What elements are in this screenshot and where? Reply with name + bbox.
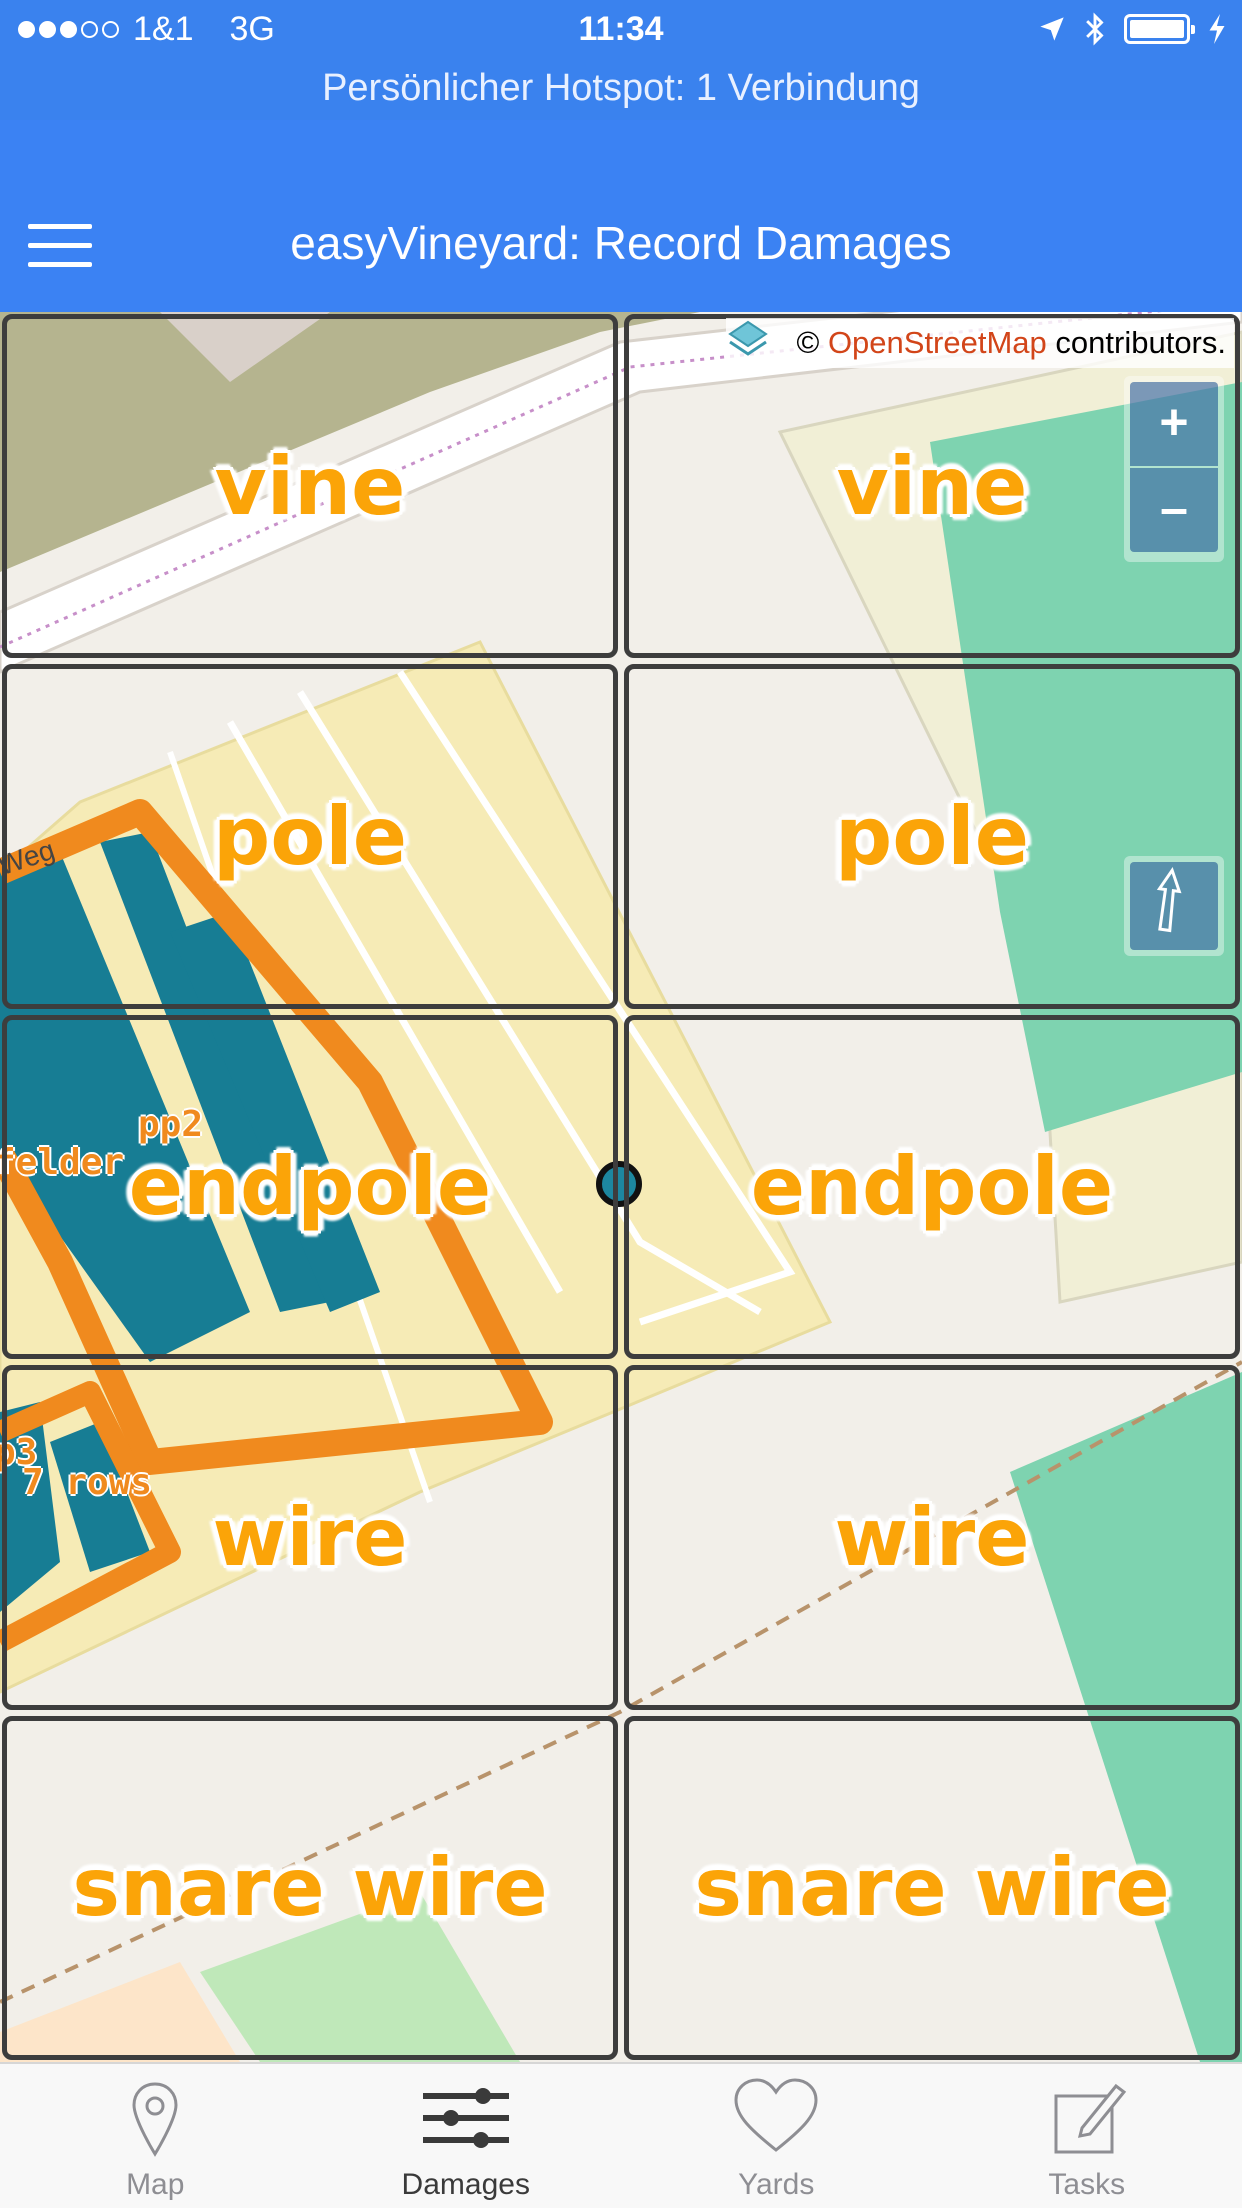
osm-link[interactable]: OpenStreetMap <box>828 325 1047 360</box>
tab-map[interactable]: Map <box>0 2064 311 2208</box>
tab-label: Map <box>126 2168 185 2201</box>
nav-bar: easyVineyard: Record Damages <box>0 120 1242 312</box>
damage-label: snare wire <box>72 1841 548 1935</box>
tab-label: Yards <box>738 2168 815 2201</box>
reset-rotation-button[interactable] <box>1124 856 1224 956</box>
tab-damages[interactable]: Damages <box>311 2064 622 2208</box>
damage-cell-endpole-left[interactable]: endpole <box>2 1014 618 1360</box>
status-right <box>1038 12 1226 46</box>
tab-label: Damages <box>401 2168 530 2201</box>
damage-label: snare wire <box>694 1841 1170 1935</box>
attribution-prefix: © <box>796 325 820 360</box>
attribution-suffix: contributors. <box>1055 325 1226 360</box>
damage-cell-wire-left[interactable]: wire <box>2 1365 618 1710</box>
damage-cell-pole-left[interactable]: pole <box>2 664 618 1009</box>
damage-grid: vine vine pole pole endpole endpole wire… <box>0 312 1242 2062</box>
damage-cell-wire-right[interactable]: wire <box>624 1365 1240 1710</box>
layers-icon[interactable] <box>726 318 770 362</box>
battery-icon <box>1124 14 1195 44</box>
heart-icon <box>734 2078 818 2152</box>
damage-label: pole <box>835 790 1029 884</box>
damage-label: endpole <box>128 1140 492 1234</box>
damage-cell-endpole-right[interactable]: endpole <box>624 1014 1240 1360</box>
damage-cell-vine-left[interactable]: vine <box>2 314 618 659</box>
damage-cell-pole-right[interactable]: pole <box>624 664 1240 1009</box>
hotspot-banner[interactable]: Persönlicher Hotspot: 1 Verbindung <box>0 60 1242 120</box>
damage-label: wire <box>212 1490 408 1584</box>
north-arrow-icon <box>1156 866 1182 933</box>
damage-label: wire <box>834 1490 1030 1584</box>
page-title: easyVineyard: Record Damages <box>290 217 952 269</box>
damage-label: vine <box>836 439 1028 533</box>
tab-yards[interactable]: Yards <box>621 2064 932 2208</box>
status-bar: 1&1 3G 11:34 <box>0 0 1242 60</box>
edit-icon <box>1054 2083 1126 2154</box>
sliders-icon <box>422 2088 509 2148</box>
tab-label: Tasks <box>1048 2168 1126 2201</box>
map-view[interactable]: pp2 felder p3 7 rows Weg vine vine pole … <box>0 312 1242 2062</box>
location-arrow-icon <box>1040 17 1064 41</box>
map-attribution: © OpenStreetMap contributors. <box>726 318 1234 368</box>
map-pin-icon <box>132 2082 178 2157</box>
damage-label: endpole <box>750 1140 1114 1234</box>
tab-bar: Map Damages Yards Tasks <box>0 2062 1242 2208</box>
damage-cell-snare-wire-left[interactable]: snare wire <box>2 1715 618 2060</box>
zoom-in-button[interactable]: + <box>1130 382 1218 466</box>
zoom-control: + – <box>1124 376 1224 562</box>
bluetooth-icon <box>1086 12 1104 46</box>
damage-label: vine <box>214 439 406 533</box>
charging-bolt-icon <box>1209 14 1225 44</box>
zoom-out-button[interactable]: – <box>1130 468 1218 552</box>
damage-cell-snare-wire-right[interactable]: snare wire <box>624 1715 1240 2060</box>
tab-tasks[interactable]: Tasks <box>932 2064 1242 2208</box>
damage-label: pole <box>213 790 407 884</box>
